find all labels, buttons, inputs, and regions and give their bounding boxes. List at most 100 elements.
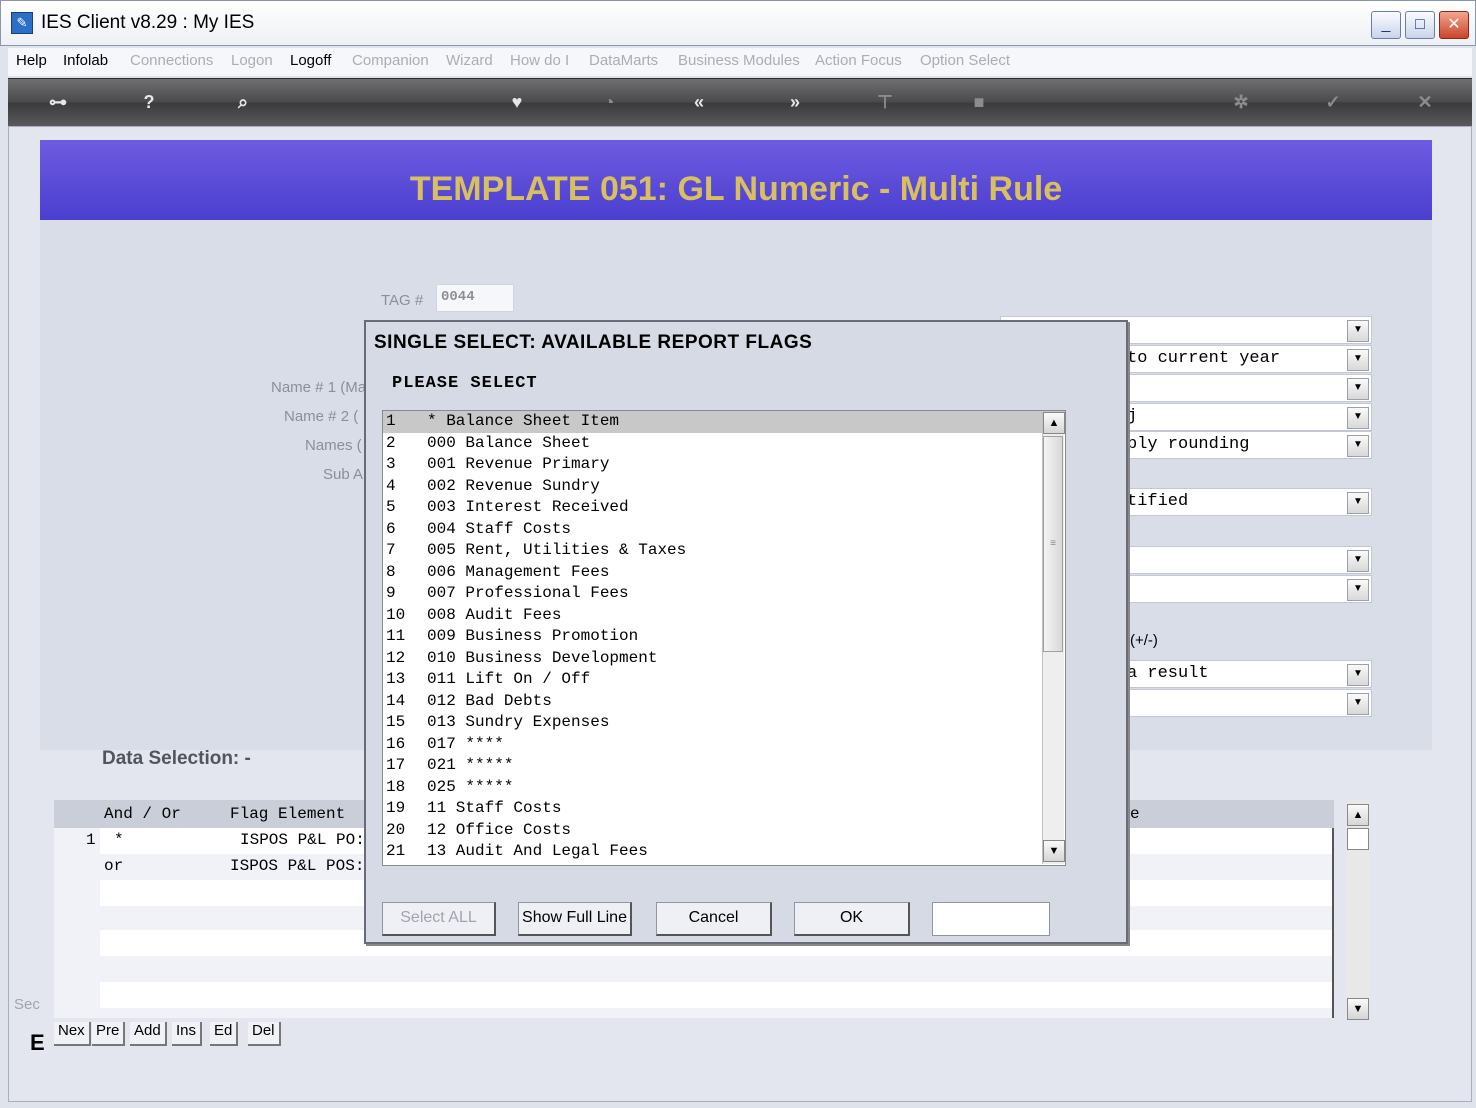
list-scrollbar[interactable]: ▲ ≡ ▼ [1042, 412, 1065, 864]
check-icon[interactable]: ✓ [1320, 89, 1346, 115]
menu-item-action-focus[interactable]: Action Focus [815, 52, 902, 69]
list-item[interactable]: 20 12 Office Costs [383, 820, 1065, 842]
menu-item-how-do-i[interactable]: How do I [510, 52, 569, 69]
window-title: IES Client v8.29 : My IES [41, 12, 255, 33]
scroll-thumb[interactable] [1347, 828, 1369, 850]
name1-label: Name # 1 (Ma [271, 379, 367, 396]
list-item[interactable]: 11 009 Business Promotion [383, 626, 1065, 648]
prev-row-button[interactable]: Pre [92, 1022, 126, 1046]
title-bar: ✎ IES Client v8.29 : My IES _ □ ✕ [0, 0, 1476, 46]
list-item[interactable]: 6 004 Staff Costs [383, 519, 1065, 541]
list-item-label: 012 Bad Debts [427, 691, 552, 710]
chevron-down-icon[interactable]: ▼ [1347, 664, 1369, 686]
chevron-down-icon[interactable]: ▼ [1347, 435, 1369, 457]
scroll-down-icon[interactable]: ▼ [1043, 840, 1065, 862]
list-item-label: 006 Management Fees [427, 562, 610, 581]
chevron-down-icon[interactable]: ▼ [1347, 693, 1369, 715]
scroll-up-icon[interactable]: ▲ [1347, 804, 1369, 826]
list-item[interactable]: 17 021 ***** [383, 755, 1065, 777]
menu-item-companion[interactable]: Companion [352, 52, 429, 69]
chevron-down-icon[interactable]: ▼ [1347, 492, 1369, 514]
chevron-down-icon[interactable]: ▼ [1347, 378, 1369, 400]
chevron-down-icon[interactable]: ▼ [1347, 349, 1369, 371]
list-item-label: 000 Balance Sheet [427, 433, 591, 452]
list-item[interactable]: 2 000 Balance Sheet [383, 433, 1065, 455]
list-item[interactable]: 15 013 Sundry Expenses [383, 712, 1065, 734]
sec-label: Sec [14, 996, 40, 1013]
chevron-down-icon[interactable]: ▼ [1347, 320, 1369, 342]
list-item-label: 017 **** [427, 734, 504, 753]
list-item-number: 2 [386, 433, 396, 452]
ok-button[interactable]: OK [794, 902, 910, 936]
list-item-label: 021 ***** [427, 756, 514, 774]
menu-item-logoff[interactable]: Logoff [290, 52, 331, 69]
app-icon: ✎ [11, 12, 33, 34]
menu-item-help[interactable]: Help [16, 52, 47, 69]
search-icon[interactable]: ⌕ [230, 89, 256, 115]
next-row-button[interactable]: Nex [54, 1022, 91, 1046]
menu-item-wizard[interactable]: Wizard [446, 52, 493, 69]
menu-item-business-modules[interactable]: Business Modules [678, 52, 800, 69]
maximize-button[interactable]: □ [1405, 11, 1435, 39]
edit-row-button[interactable]: Ed [210, 1022, 239, 1046]
scroll-up-icon[interactable]: ▲ [1043, 412, 1065, 434]
list-item-number: 5 [386, 498, 396, 516]
add-row-button[interactable]: Add [130, 1022, 167, 1046]
show-full-line-button[interactable]: Show Full Line [518, 902, 632, 936]
minimize-button[interactable]: _ [1371, 11, 1401, 39]
cancel-button[interactable]: Cancel [656, 902, 772, 936]
close-icon[interactable]: ✕ [1412, 89, 1438, 115]
list-item[interactable]: 10 008 Audit Fees [383, 605, 1065, 627]
prev-icon[interactable]: « [686, 89, 712, 115]
menu-item-logon[interactable]: Logon [231, 52, 273, 69]
list-item[interactable]: 1 * Balance Sheet Item [383, 411, 1065, 433]
tag-field[interactable]: 0044 [436, 284, 514, 312]
delete-row-button[interactable]: Del [248, 1022, 281, 1046]
list-item[interactable]: 18 025 ***** [383, 777, 1065, 799]
list-item[interactable]: 16 017 **** [383, 734, 1065, 756]
list-item[interactable]: 14 012 Bad Debts [383, 691, 1065, 713]
key-icon[interactable]: ⊶ [38, 89, 78, 115]
scroll-down-icon[interactable]: ▼ [1347, 998, 1369, 1020]
stop-icon[interactable]: ■ [966, 89, 992, 115]
menu-item-connections[interactable]: Connections [130, 52, 213, 69]
list-item[interactable]: 4 002 Revenue Sundry [383, 476, 1065, 498]
list-item[interactable]: 5 003 Interest Received [383, 497, 1065, 519]
list-item-number: 4 [386, 476, 396, 495]
heart-icon[interactable]: ♥ [504, 89, 530, 115]
list-item-label: 011 Lift On / Off [427, 670, 591, 688]
list-item-label: 004 Staff Costs [427, 519, 572, 538]
table-row[interactable] [100, 982, 1332, 1008]
list-item[interactable]: 9 007 Professional Fees [383, 583, 1065, 605]
list-item[interactable]: 7 005 Rent, Utilities & Taxes [383, 540, 1065, 562]
list-item[interactable]: 21 13 Audit And Legal Fees [383, 841, 1065, 863]
menu-item-infolab[interactable]: Infolab [63, 52, 108, 69]
close-window-button[interactable]: ✕ [1439, 11, 1469, 39]
names-label: Names ( [305, 437, 362, 454]
list-item[interactable]: 12 010 Business Development [383, 648, 1065, 670]
filter-input[interactable] [932, 902, 1050, 936]
list-item[interactable]: 8 006 Management Fees [383, 562, 1065, 584]
clock-icon[interactable]: ◔ [596, 89, 622, 115]
gear-icon[interactable]: ✲ [1228, 89, 1254, 115]
list-item-number: 11 [386, 627, 406, 645]
page-title: TEMPLATE 051: GL Numeric - Multi Rule [409, 170, 1063, 208]
grid-scrollbar[interactable]: ▲ ▼ [1346, 800, 1370, 1020]
next-icon[interactable]: » [782, 89, 808, 115]
toolbar: ⊶ ? ⌕ ♥ ◔ « » ⊤ ■ ✲ ✓ ✕ [8, 78, 1472, 126]
chevron-down-icon[interactable]: ▼ [1347, 579, 1369, 601]
list-item[interactable]: 19 11 Staff Costs [383, 798, 1065, 820]
help-icon[interactable]: ? [136, 89, 162, 115]
list-item-label: 002 Revenue Sundry [427, 476, 600, 495]
menu-item-option-select[interactable]: Option Select [920, 52, 1010, 69]
chevron-down-icon[interactable]: ▼ [1347, 550, 1369, 572]
select-all-button[interactable]: Select ALL [382, 902, 496, 936]
insert-row-button[interactable]: Ins [172, 1022, 203, 1046]
tree-icon[interactable]: ⊤ [872, 89, 898, 115]
list-item[interactable]: 3 001 Revenue Primary [383, 454, 1065, 476]
scroll-thumb[interactable]: ≡ [1043, 436, 1063, 652]
menu-item-datamarts[interactable]: DataMarts [589, 52, 658, 69]
chevron-down-icon[interactable]: ▼ [1347, 407, 1369, 429]
report-flags-list[interactable]: 1 * Balance Sheet Item 2 000 Balance Sheet 3… [382, 410, 1066, 866]
list-item[interactable]: 13 011 Lift On / Off [383, 669, 1065, 691]
